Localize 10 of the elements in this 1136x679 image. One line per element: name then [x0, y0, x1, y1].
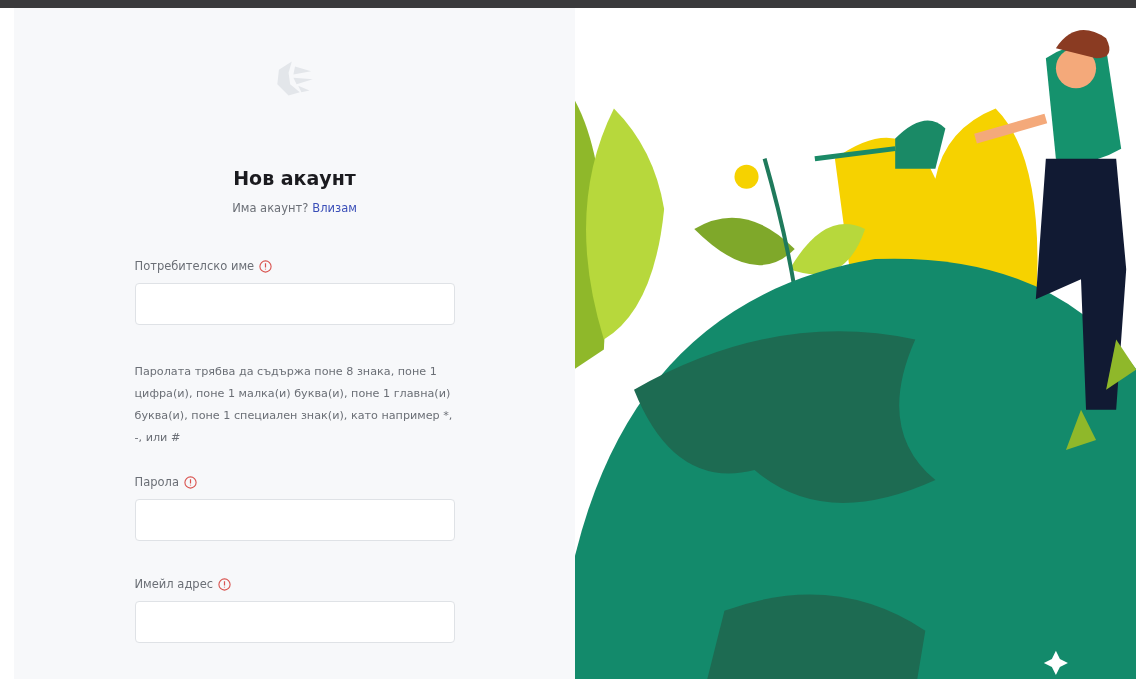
field-label: Потребителско име — [134, 259, 255, 273]
password-hint: Паролата трябва да съдържа поне 8 знака, поне 1 цифра(и), поне 1 малка(и) буква(и), поне 1 главна(и) буква(и), поне 1 специален знак(и), като например *, -, или # — [134, 364, 454, 446]
input-field[interactable] — [134, 601, 455, 643]
field-label: Имейл адрес — [134, 577, 214, 591]
input-field[interactable] — [134, 283, 455, 325]
login-link[interactable]: Влизам — [312, 201, 357, 215]
field-label: Парола — [134, 475, 179, 489]
input-field[interactable] — [134, 499, 455, 541]
page-title: Нов акаунт — [233, 167, 356, 189]
login-prompt: Има акаунт? — [232, 201, 309, 215]
